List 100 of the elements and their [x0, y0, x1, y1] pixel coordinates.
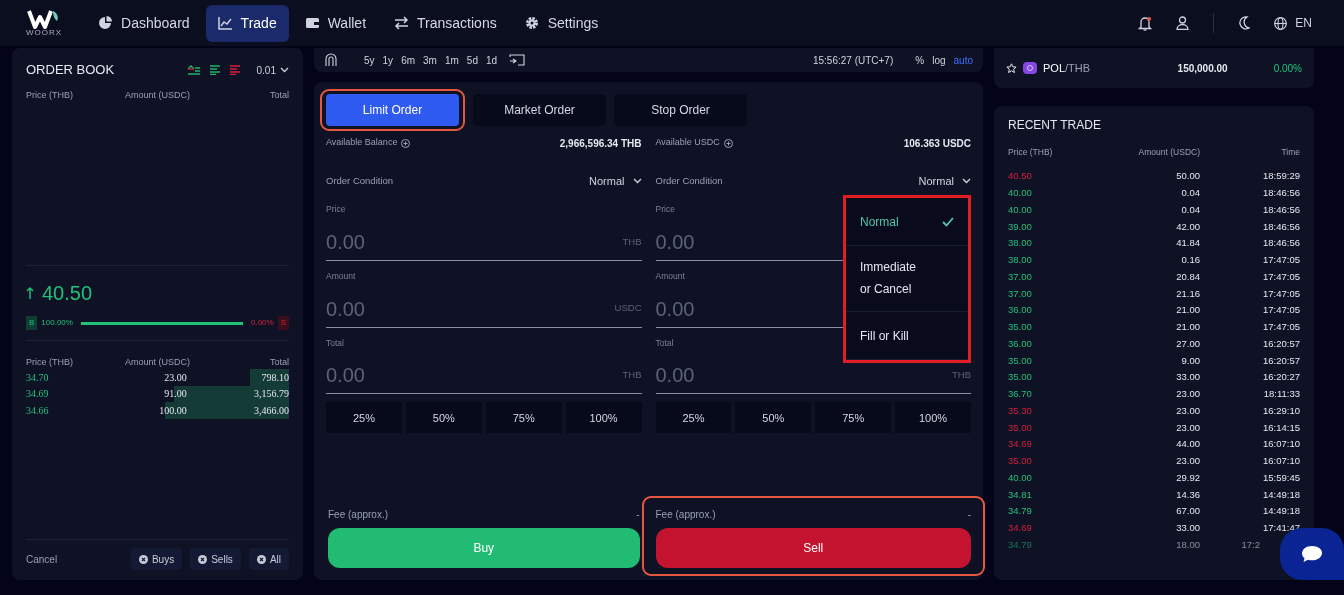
trade-amount: 44.00 [1175, 437, 1200, 452]
balance-value: 106.363 USDC [903, 136, 971, 151]
date-range-icon[interactable] [509, 54, 526, 66]
sell-button[interactable]: Sell [655, 528, 971, 568]
fee-label: Fee (approx.) [328, 507, 389, 522]
chevron-down-icon [962, 178, 971, 184]
trade-amount: 23.00 [1175, 454, 1200, 468]
balance-value: 2,966,596.34 THB [559, 136, 642, 151]
star-icon[interactable] [1006, 62, 1017, 74]
trade-price: 38.00 [1008, 253, 1033, 267]
trade-time: 17:47:05 [1262, 286, 1300, 301]
menu-item[interactable]: Normal [846, 198, 968, 246]
balance-label: Available USDC [655, 136, 720, 150]
field-label: Amount [655, 269, 685, 283]
cancel-orders-button[interactable]: Sells [190, 548, 241, 570]
trade-price: 34.69 [1008, 521, 1033, 535]
order-type-tab[interactable]: Stop Order [614, 94, 747, 126]
time-range-link[interactable]: 3m [423, 52, 437, 68]
column-header: Total [269, 355, 289, 369]
user-icon[interactable] [1176, 16, 1190, 30]
precision-dropdown[interactable]: 0.01 [256, 62, 289, 78]
percent-button[interactable]: 25% [655, 402, 732, 434]
trade-price: 40.00 [1008, 186, 1033, 200]
panel-title: ORDER BOOK [26, 61, 115, 80]
field-label: Amount [326, 269, 356, 283]
buy-share: 100.00% [41, 317, 73, 329]
input-field[interactable]: 0.00 [655, 360, 952, 391]
cancel-label: Cancel [26, 552, 58, 567]
percent-button[interactable]: 50% [735, 402, 812, 434]
condition-dropdown[interactable]: Normal [918, 172, 971, 190]
trade-time: 18:46:56 [1262, 236, 1300, 251]
time-range-link[interactable]: 5d [466, 52, 478, 68]
trade-price: 35.00 [1008, 370, 1033, 385]
input-field[interactable]: 0.00 [326, 293, 615, 324]
nav-tab[interactable]: Trade [205, 4, 289, 42]
percent-button[interactable]: 50% [405, 402, 482, 434]
trade-time: 16:20:57 [1262, 353, 1300, 368]
percent-button[interactable]: 75% [815, 402, 892, 434]
time-range-link[interactable]: 1d [485, 52, 498, 68]
chart-option-toggle[interactable]: % [915, 52, 925, 68]
chart-option-toggle[interactable]: auto [953, 52, 973, 68]
cancel-orders-button[interactable]: Buys [130, 548, 183, 570]
language-selector[interactable]: EN [1274, 14, 1312, 32]
time-range-link[interactable]: 1y [382, 52, 394, 68]
menu-item[interactable]: Fill or Kill [846, 312, 968, 360]
trade-price: 35.00 [1008, 353, 1033, 368]
input-field[interactable]: 0.00 [326, 226, 623, 257]
globe-icon [1274, 16, 1288, 30]
condition-label: Order Condition [655, 173, 723, 188]
percent-button[interactable]: 100% [895, 402, 971, 434]
time-range-link[interactable]: 6m [401, 52, 416, 68]
trade-time: 17:47:05 [1262, 303, 1300, 318]
moon-icon[interactable] [1238, 16, 1251, 30]
chart-option-toggle[interactable]: log [932, 52, 946, 68]
checkmark-icon [942, 216, 954, 227]
trade-amount: 21.16 [1175, 286, 1200, 301]
order-type-tab[interactable]: Market Order [473, 94, 606, 126]
magnet-icon[interactable] [324, 53, 338, 67]
nav-tab[interactable]: Wallet [292, 4, 379, 42]
nav-tab[interactable]: Dashboard [86, 4, 202, 42]
unit-label: THB [622, 234, 642, 249]
nav-tab[interactable]: Settings [512, 4, 611, 42]
column-header: Total [269, 89, 289, 103]
add-circle-icon[interactable] [723, 138, 733, 148]
trade-price: 38.00 [1008, 236, 1033, 251]
chevron-down-icon [280, 67, 289, 73]
condition-dropdown[interactable]: Normal [589, 172, 642, 190]
both-sides-view-icon[interactable] [186, 65, 201, 75]
percent-button[interactable]: 25% [326, 402, 402, 434]
time-range-link[interactable]: 5y [364, 52, 375, 68]
bids-view-icon[interactable] [208, 65, 221, 75]
trade-time: 17:41:47 [1262, 521, 1300, 535]
trade-amount: 18.00 [1175, 537, 1200, 552]
ticker-price: 150,000.00 [1177, 61, 1228, 76]
trade-price: 34.69 [1008, 437, 1033, 452]
add-circle-icon[interactable] [401, 138, 411, 148]
nav-tab[interactable]: Transactions [382, 4, 509, 42]
percent-button[interactable]: 75% [485, 402, 562, 434]
close-icon [256, 554, 266, 564]
column-header: Price (THB) [26, 355, 74, 369]
bid-price: 34.69 [26, 388, 49, 400]
price-change: 0.00% [1273, 61, 1302, 76]
trade-time: 16:14:15 [1262, 420, 1300, 435]
bell-icon[interactable] [1138, 15, 1153, 31]
time-range-link[interactable]: 1m [444, 52, 459, 68]
balance-label: Available Balance [326, 136, 398, 150]
percent-button[interactable]: 100% [565, 402, 642, 434]
order-type-tab[interactable]: Limit Order [326, 94, 459, 126]
fee-value: - [967, 507, 971, 522]
sell-tag: S [277, 316, 289, 330]
trade-time: 16:20:27 [1262, 370, 1300, 385]
asks-view-icon[interactable] [228, 65, 241, 75]
input-field[interactable]: 0.00 [326, 360, 623, 391]
cancel-orders-button[interactable]: All [248, 548, 289, 570]
fee-label: Fee (approx.) [655, 507, 716, 522]
menu-item[interactable]: Immediate or Cancel [846, 246, 968, 312]
brand-name: WOORX [26, 29, 63, 37]
trade-price: 40.50 [1008, 169, 1033, 184]
trade-time: 18:46:56 [1262, 219, 1300, 234]
column-header: Price (THB) [26, 89, 74, 103]
